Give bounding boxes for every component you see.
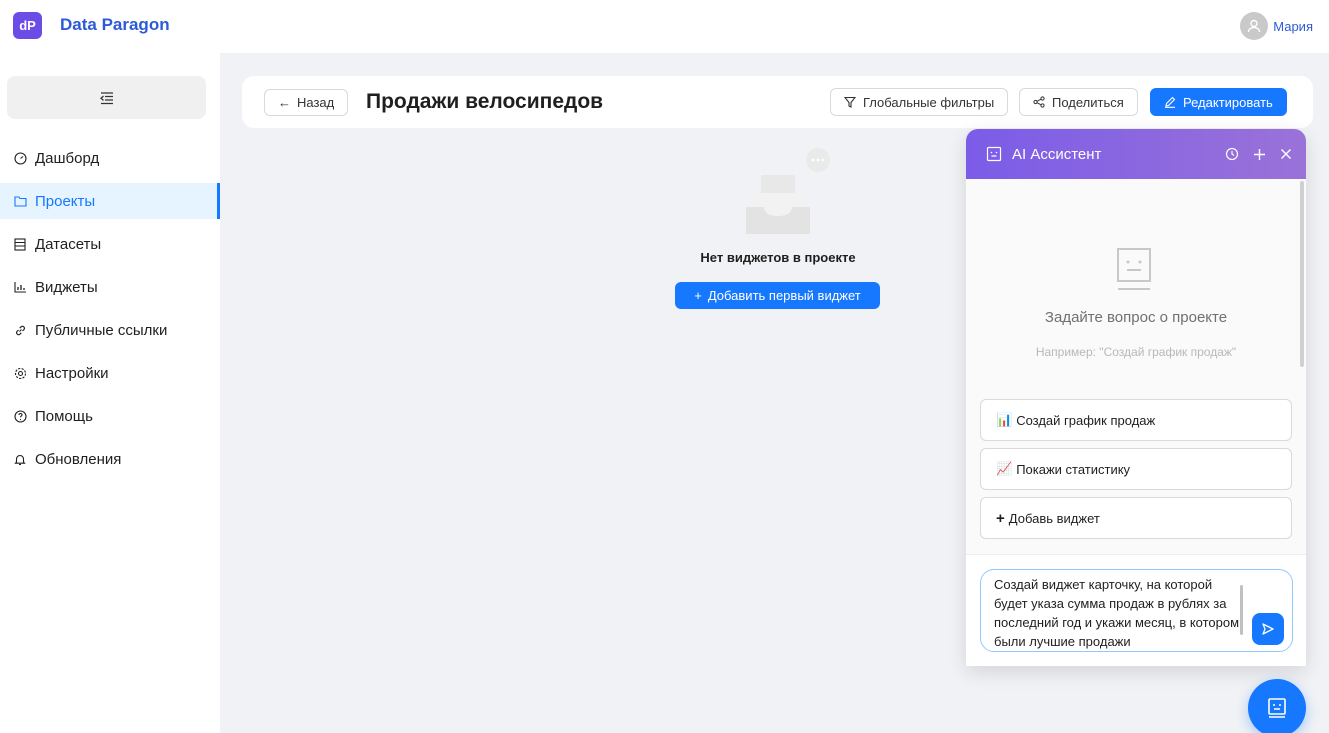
robot-icon bbox=[986, 146, 1002, 162]
suggestion-add-widget[interactable]: + Добавь виджет bbox=[980, 497, 1292, 539]
project-header: ← Назад Продажи велосипедов Глобальные ф… bbox=[242, 76, 1313, 128]
arrow-left-icon: ← bbox=[278, 95, 291, 110]
sidebar-item-updates[interactable]: Обновления bbox=[0, 441, 220, 477]
sidebar-item-label: Дашборд bbox=[35, 149, 100, 167]
send-button[interactable] bbox=[1252, 613, 1284, 645]
ai-input-scrollbar[interactable] bbox=[1240, 585, 1243, 635]
sidebar-item-widgets[interactable]: Виджеты bbox=[0, 269, 220, 305]
menu-fold-icon bbox=[99, 91, 113, 104]
ai-panel-header: AI Ассистент bbox=[966, 129, 1306, 179]
sidebar-item-public-links[interactable]: Публичные ссылки bbox=[0, 312, 220, 348]
new-chat-icon[interactable] bbox=[1253, 148, 1266, 161]
bell-icon bbox=[13, 453, 27, 466]
global-filters-button[interactable]: Глобальные фильтры bbox=[830, 88, 1009, 116]
suggestion-label: Покажи статистику bbox=[1016, 461, 1131, 477]
bar-chart-icon: 📊 bbox=[996, 412, 1013, 427]
suggestion-create-chart[interactable]: 📊 Создай график продаж bbox=[980, 399, 1292, 441]
share-label: Поделиться bbox=[1052, 94, 1124, 110]
brand-name[interactable]: Data Paragon bbox=[60, 15, 170, 35]
link-icon bbox=[13, 324, 27, 337]
sidebar-item-label: Датасеты bbox=[35, 235, 102, 253]
filters-label: Глобальные фильтры bbox=[863, 94, 995, 110]
sidebar-nav: Дашборд Проекты Датасеты Виджеты Публичн… bbox=[0, 140, 220, 484]
sidebar-item-help[interactable]: Помощь bbox=[0, 398, 220, 434]
settings-icon bbox=[13, 367, 27, 380]
plus-icon: + bbox=[694, 288, 702, 303]
ai-assistant-fab[interactable] bbox=[1248, 679, 1306, 733]
sidebar-item-datasets[interactable]: Датасеты bbox=[0, 226, 220, 262]
close-icon[interactable] bbox=[1280, 148, 1292, 160]
sidebar-item-label: Помощь bbox=[35, 407, 93, 425]
ai-panel-title: AI Ассистент bbox=[1012, 145, 1102, 163]
ai-input-area: Создай виджет карточку, на которой будет… bbox=[966, 554, 1306, 666]
sidebar-item-label: Настройки bbox=[35, 364, 109, 382]
ai-panel-actions bbox=[1225, 147, 1292, 161]
history-icon[interactable] bbox=[1225, 147, 1239, 161]
edit-label: Редактировать bbox=[1183, 94, 1273, 110]
chart-icon bbox=[13, 281, 27, 293]
sidebar-item-projects[interactable]: Проекты bbox=[0, 183, 220, 219]
folder-icon bbox=[13, 195, 27, 207]
sidebar-item-dashboard[interactable]: Дашборд bbox=[0, 140, 220, 176]
dashboard-icon bbox=[13, 151, 27, 165]
ai-message-input[interactable]: Создай виджет карточку, на которой будет… bbox=[980, 569, 1293, 652]
share-button[interactable]: Поделиться bbox=[1019, 88, 1138, 116]
back-label: Назад bbox=[297, 95, 335, 110]
sidebar-item-label: Публичные ссылки bbox=[35, 321, 168, 339]
dataset-icon bbox=[13, 237, 27, 251]
empty-state-text: Нет виджетов в проекте bbox=[700, 250, 856, 265]
plus-icon: + bbox=[996, 509, 1005, 527]
sidebar-item-label: Виджеты bbox=[35, 278, 98, 296]
suggestion-show-stats[interactable]: 📈 Покажи статистику bbox=[980, 448, 1292, 490]
ai-chat-scrollbar[interactable] bbox=[1300, 181, 1304, 367]
send-icon bbox=[1262, 623, 1274, 635]
empty-inbox-icon bbox=[746, 148, 830, 234]
back-button[interactable]: ← Назад bbox=[264, 89, 349, 116]
add-first-widget-button[interactable]: + Добавить первый виджет bbox=[675, 282, 880, 309]
suggestion-label: Добавь виджет bbox=[1008, 510, 1100, 526]
menu-fold-button[interactable] bbox=[7, 76, 206, 119]
add-first-widget-label: Добавить первый виджет bbox=[707, 288, 861, 303]
filter-icon bbox=[844, 96, 856, 108]
ai-prompt-example: Например: "Создай график продаж" bbox=[1035, 345, 1237, 359]
sidebar-item-label: Проекты bbox=[35, 192, 96, 210]
sidebar-item-label: Обновления bbox=[35, 450, 122, 468]
edit-icon bbox=[1165, 96, 1176, 108]
edit-button[interactable]: Редактировать bbox=[1150, 88, 1287, 116]
user-icon bbox=[1240, 12, 1269, 40]
robot-icon bbox=[1268, 698, 1286, 718]
ai-prompt-title: Задайте вопрос о проекте bbox=[1044, 309, 1228, 326]
page-title: Продажи велосипедов bbox=[366, 90, 604, 113]
ai-assistant-panel: AI Ассистент Задайте вопрос о проекте На… bbox=[966, 129, 1306, 666]
sidebar: Дашборд Проекты Датасеты Виджеты Публичн… bbox=[0, 53, 220, 733]
logo-badge[interactable]: dP bbox=[13, 12, 42, 39]
user-menu[interactable]: Мария bbox=[1240, 12, 1313, 40]
help-icon bbox=[13, 409, 27, 423]
sidebar-item-settings[interactable]: Настройки bbox=[0, 355, 220, 391]
robot-icon bbox=[1117, 248, 1151, 290]
suggestion-label: Создай график продаж bbox=[1016, 412, 1156, 428]
trend-chart-icon: 📈 bbox=[996, 461, 1013, 476]
user-name: Мария bbox=[1273, 18, 1313, 34]
top-bar: dP Data Paragon Мария bbox=[0, 0, 1329, 53]
share-icon bbox=[1033, 96, 1045, 108]
